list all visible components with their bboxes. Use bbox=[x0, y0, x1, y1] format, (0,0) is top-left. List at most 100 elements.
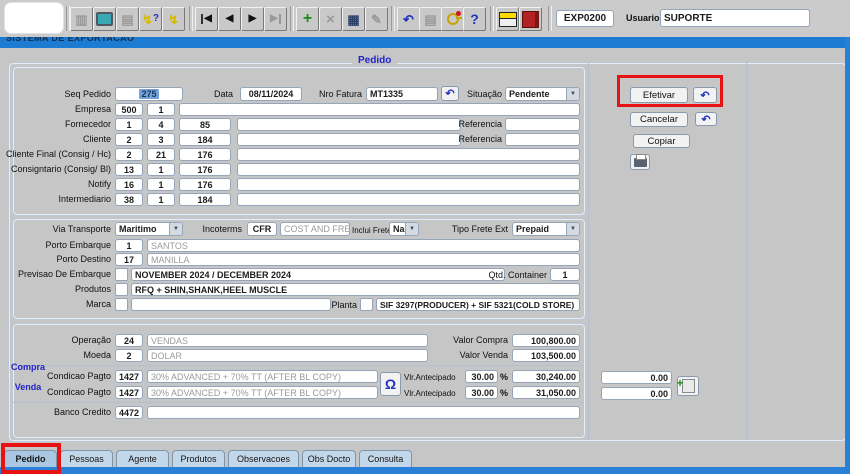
cliente-referencia-field[interactable] bbox=[505, 133, 580, 146]
previsao-embarque-field[interactable]: NOVEMBER 2024 / DECEMBER 2024 bbox=[131, 268, 505, 281]
notify-code1-field[interactable]: 16 bbox=[115, 178, 143, 191]
prev-record-icon: ◀ bbox=[226, 14, 234, 24]
situacao-dropdown[interactable]: Pendente ▼ bbox=[505, 87, 580, 101]
tab-consulta[interactable]: Consulta bbox=[359, 450, 412, 467]
edit-button: ✎ bbox=[365, 7, 388, 31]
fornecedor-code2-field[interactable]: 4 bbox=[147, 118, 175, 131]
cliente-code3-field[interactable]: 184 bbox=[179, 133, 231, 146]
undo-button[interactable]: ↶ bbox=[397, 7, 420, 31]
toolbar-separator bbox=[391, 6, 395, 31]
fornecedor-name-field[interactable] bbox=[237, 118, 461, 131]
produtos-field[interactable]: RFQ + SHIN,SHANK,HEEL MUSCLE bbox=[131, 283, 580, 296]
inclui-frete-dropdown[interactable]: Nao ▼ bbox=[389, 222, 419, 236]
moeda-code-field[interactable]: 2 bbox=[115, 349, 143, 362]
planta-field[interactable]: SIF 3297(PRODUCER) + SIF 5321(COLD STORE… bbox=[376, 298, 580, 311]
tipo-frete-ext-dropdown[interactable]: Prepaid ▼ bbox=[512, 222, 580, 236]
tab-produtos[interactable]: Produtos bbox=[172, 450, 225, 467]
consignatario-code1-field[interactable]: 13 bbox=[115, 163, 143, 176]
consignatario-code3-field[interactable]: 176 bbox=[179, 163, 231, 176]
pct-antecipado-venda-field[interactable]: 30.00 bbox=[465, 386, 498, 399]
operacao-code-field[interactable]: 24 bbox=[115, 334, 143, 347]
porto-embarque-name-field: SANTOS bbox=[147, 239, 580, 252]
porto-embarque-code-field[interactable]: 1 bbox=[115, 239, 143, 252]
add-installment-button[interactable]: + bbox=[677, 376, 699, 396]
marca-field[interactable] bbox=[131, 298, 331, 311]
question-icon: ? bbox=[153, 14, 159, 24]
intermediario-code2-field[interactable]: 1 bbox=[147, 193, 175, 206]
toolbar-separator bbox=[189, 6, 193, 31]
cliente-final-code3-field[interactable]: 176 bbox=[179, 148, 231, 161]
produtos-checkbox[interactable] bbox=[115, 283, 128, 296]
nav-first-button[interactable]: ◀ bbox=[195, 7, 218, 31]
empresa-code1-field[interactable]: 500 bbox=[115, 103, 143, 116]
exit-button[interactable] bbox=[519, 7, 542, 31]
consignatario-code2-field[interactable]: 1 bbox=[147, 163, 175, 176]
condicao-venda-code-field[interactable]: 1427 bbox=[115, 386, 143, 399]
intermediario-code3-field[interactable]: 184 bbox=[179, 193, 231, 206]
incoterms-code-field[interactable]: CFR bbox=[247, 222, 277, 236]
vlr-antecipado-compra-field: 30,240.00 bbox=[512, 370, 580, 383]
planta-checkbox[interactable] bbox=[360, 298, 373, 311]
cliente-code2-field[interactable]: 3 bbox=[147, 133, 175, 146]
pencil-icon: ✎ bbox=[371, 13, 382, 26]
grid-icon: ▦ bbox=[347, 13, 359, 26]
nav-prev-button[interactable]: ◀ bbox=[218, 7, 241, 31]
cancelar-button[interactable]: Cancelar bbox=[630, 112, 688, 127]
nro-fatura-field[interactable]: MT1335 bbox=[366, 87, 438, 101]
intermediario-name-field[interactable] bbox=[237, 193, 580, 206]
condicao-compra-code-field[interactable]: 1427 bbox=[115, 370, 143, 383]
page-title: Pedido bbox=[352, 55, 397, 66]
marca-checkbox[interactable] bbox=[115, 298, 128, 311]
previsao-embarque-checkbox[interactable] bbox=[115, 268, 128, 281]
tab-agente[interactable]: Agente bbox=[116, 450, 169, 467]
banco-credito-code-field[interactable]: 4472 bbox=[115, 406, 143, 419]
security-button[interactable] bbox=[441, 7, 464, 31]
porto-destino-code-field[interactable]: 17 bbox=[115, 253, 143, 266]
tab-obs-docto[interactable]: Obs Docto bbox=[302, 450, 356, 467]
cliente-final-name-field[interactable] bbox=[237, 148, 580, 161]
banco-credito-desc-field[interactable] bbox=[147, 406, 580, 419]
extra-compra-field[interactable]: 0.00 bbox=[601, 371, 672, 384]
inclui-frete-label: Inclui Frete ? bbox=[352, 224, 392, 237]
valor-venda-field: 103,500.00 bbox=[512, 349, 580, 362]
sync-conditions-button[interactable]: Ω bbox=[380, 372, 401, 396]
consignatario-name-field[interactable] bbox=[237, 163, 580, 176]
extra-venda-field[interactable]: 0.00 bbox=[601, 387, 672, 400]
cancelar-undo-button[interactable]: ↶ bbox=[695, 112, 717, 126]
monitor-button[interactable] bbox=[93, 7, 116, 31]
execute-help-button[interactable]: ↯? bbox=[139, 7, 162, 31]
cliente-name-field[interactable] bbox=[237, 133, 461, 146]
calculator-button[interactable] bbox=[496, 7, 519, 31]
fornecedor-code3-field[interactable]: 85 bbox=[179, 118, 231, 131]
help-button[interactable]: ? bbox=[463, 7, 486, 31]
percent-symbol: % bbox=[500, 387, 510, 400]
qtd-container-field[interactable]: 1 bbox=[550, 268, 580, 281]
print-order-button[interactable] bbox=[630, 154, 650, 170]
execute-button[interactable]: ↯ bbox=[162, 7, 185, 31]
empresa-code2-field[interactable]: 1 bbox=[147, 103, 175, 116]
fornecedor-code1-field[interactable]: 1 bbox=[115, 118, 143, 131]
previsao-embarque-label: Previsao De Embarque bbox=[2, 268, 111, 281]
seq-pedido-field[interactable]: 275 bbox=[115, 87, 183, 101]
notify-name-field[interactable] bbox=[237, 178, 580, 191]
notify-code3-field[interactable]: 176 bbox=[179, 178, 231, 191]
printer-icon bbox=[634, 158, 647, 167]
cliente-final-code2-field[interactable]: 21 bbox=[147, 148, 175, 161]
pct-antecipado-compra-field[interactable]: 30.00 bbox=[465, 370, 498, 383]
copiar-button[interactable]: Copiar bbox=[633, 134, 690, 148]
tab-pessoas[interactable]: Pessoas bbox=[60, 450, 113, 467]
cliente-final-code1-field[interactable]: 2 bbox=[115, 148, 143, 161]
user-field[interactable]: SUPORTE bbox=[660, 9, 810, 27]
nav-next-button[interactable]: ▶ bbox=[241, 7, 264, 31]
last-record-icon: ▶ bbox=[270, 14, 281, 24]
fornecedor-referencia-field[interactable] bbox=[505, 118, 580, 131]
via-transporte-value: Maritimo bbox=[116, 224, 169, 234]
notify-code2-field[interactable]: 1 bbox=[147, 178, 175, 191]
intermediario-code1-field[interactable]: 38 bbox=[115, 193, 143, 206]
empresa-name-field[interactable] bbox=[179, 103, 580, 116]
condicao-venda-desc-field: 30% ADVANCED + 70% TT (AFTER BL COPY) bbox=[147, 386, 378, 399]
add-record-button[interactable]: + bbox=[296, 7, 319, 31]
grid-search-button[interactable]: ▦ bbox=[342, 7, 365, 31]
cliente-code1-field[interactable]: 2 bbox=[115, 133, 143, 146]
tab-observacoes[interactable]: Observacoes bbox=[228, 450, 299, 467]
